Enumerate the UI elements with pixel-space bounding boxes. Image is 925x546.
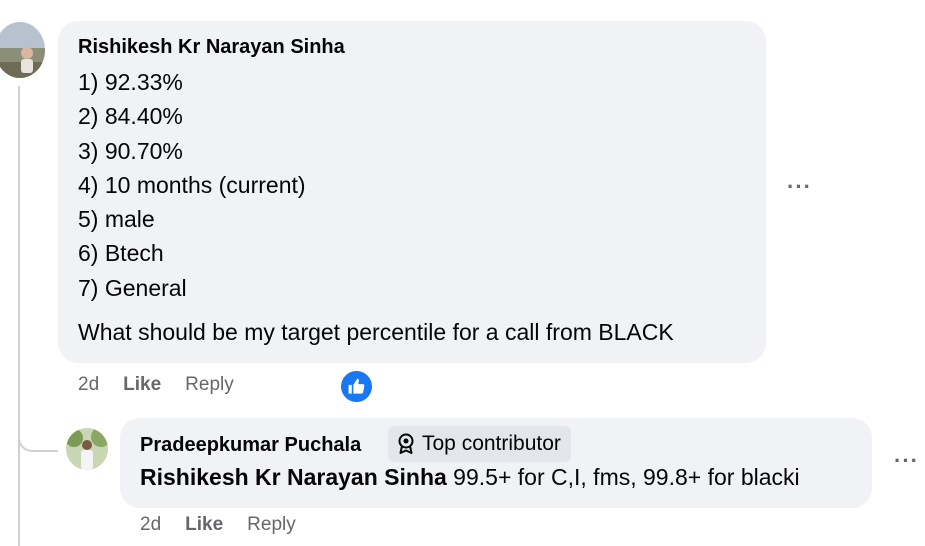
commenter-avatar[interactable] [0, 22, 45, 78]
thread-line [18, 86, 20, 546]
reply-mention-link[interactable]: Rishikesh Kr Narayan Sinha [140, 464, 447, 490]
like-reaction-icon[interactable] [341, 371, 372, 402]
comment-question: What should be my target percentile for … [78, 319, 674, 345]
reply-bubble: Pradeepkumar Puchala Top contributor Ris… [120, 418, 872, 508]
comment-bubble: Rishikesh Kr Narayan Sinha 1) 92.33% 2) … [58, 21, 766, 363]
badge-label: Top contributor [422, 432, 561, 455]
reply-like-button[interactable]: Like [185, 514, 223, 536]
comment-line: 2) 84.40% [78, 103, 183, 130]
comment-line: 3) 90.70% [78, 137, 183, 164]
comment-line: 6) Btech [78, 240, 164, 267]
comment-line: 5) male [78, 206, 155, 233]
reply-avatar[interactable] [66, 428, 108, 470]
comment-timestamp[interactable]: 2d [78, 374, 99, 396]
top-contributor-badge[interactable]: Top contributor [388, 426, 571, 462]
comment-like-button[interactable]: Like [123, 374, 161, 396]
reply-text: Rishikesh Kr Narayan Sinha 99.5+ for C,I… [140, 464, 800, 491]
reply-more-options-icon[interactable]: ··· [894, 448, 919, 474]
comment-reply-button[interactable]: Reply [185, 374, 234, 396]
comment-actions: 2d Like Reply [78, 374, 258, 396]
comment-more-options-icon[interactable]: ··· [787, 174, 812, 200]
reply-actions: 2d Like Reply [140, 514, 320, 536]
comment-author[interactable]: Rishikesh Kr Narayan Sinha [78, 36, 345, 59]
reply-body: 99.5+ for C,I, fms, 99.8+ for blacki [446, 464, 800, 490]
reply-connector [18, 400, 58, 452]
reply-author[interactable]: Pradeepkumar Puchala [140, 434, 361, 457]
comment-lines: 1) 92.33% 2) 84.40% 3) 90.70% 4) 10 mont… [78, 65, 306, 305]
comment-line: 4) 10 months (current) [78, 171, 306, 198]
reply-reply-button[interactable]: Reply [247, 514, 296, 536]
reply-timestamp[interactable]: 2d [140, 514, 161, 536]
comment-line: 1) 92.33% [78, 69, 183, 95]
comment-line: 7) General [78, 274, 187, 301]
contributor-badge-icon [396, 433, 416, 455]
